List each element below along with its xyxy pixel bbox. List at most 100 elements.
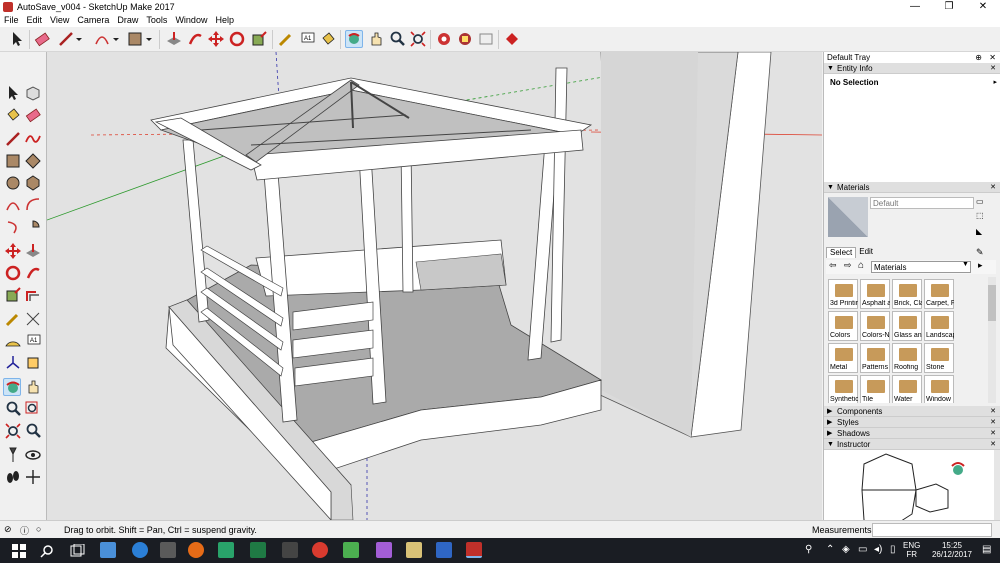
- people-icon[interactable]: ⚲: [805, 544, 812, 555]
- scrollbar-thumb[interactable]: [988, 285, 996, 321]
- battery-icon[interactable]: ▯: [890, 544, 896, 555]
- credits-icon[interactable]: ⓘ: [20, 524, 29, 537]
- network-icon[interactable]: ▭: [858, 544, 867, 555]
- position-camera-icon[interactable]: [4, 446, 22, 464]
- rotated-rectangle-icon[interactable]: [24, 152, 42, 170]
- menu-tools[interactable]: Tools: [142, 14, 171, 27]
- tab-edit[interactable]: Edit: [856, 247, 876, 258]
- arc-icon[interactable]: [4, 196, 22, 214]
- text-icon[interactable]: A1: [24, 332, 42, 350]
- system-tray-arrow-icon[interactable]: ⌃: [826, 544, 834, 555]
- forward-arrow-icon[interactable]: ⇨: [844, 260, 852, 271]
- firefox-icon[interactable]: [188, 542, 204, 558]
- sample-eyedropper-icon[interactable]: ✎: [976, 247, 984, 258]
- paint-bucket-tool-icon[interactable]: [319, 30, 337, 48]
- zoom-extents-icon[interactable]: [4, 422, 22, 440]
- language-indicator[interactable]: ENG FR: [903, 541, 920, 559]
- sample-paint-icon[interactable]: ◣: [976, 227, 982, 236]
- rotate-icon[interactable]: [4, 264, 22, 282]
- components-close-icon[interactable]: ✕: [990, 406, 996, 417]
- axes-move-icon[interactable]: [24, 468, 42, 486]
- search-icon[interactable]: [40, 544, 54, 558]
- instructor-close-icon[interactable]: ✕: [990, 439, 996, 450]
- app-icon[interactable]: [343, 542, 359, 558]
- chevron-down-icon[interactable]: ▼: [962, 261, 969, 268]
- zoom-icon[interactable]: [4, 400, 22, 418]
- arc-dropdown-icon[interactable]: [111, 30, 121, 48]
- menu-view[interactable]: View: [46, 14, 73, 27]
- offset-icon[interactable]: [24, 286, 42, 304]
- look-around-icon[interactable]: [24, 446, 42, 464]
- extension-warehouse-icon[interactable]: [456, 30, 474, 48]
- material-item[interactable]: Water: [892, 375, 922, 403]
- freehand-icon[interactable]: [24, 130, 42, 148]
- orbit-tool-icon[interactable]: [345, 30, 363, 48]
- material-item[interactable]: Colors-N: [860, 311, 890, 341]
- text-tool-icon[interactable]: A1: [298, 30, 316, 48]
- line-dropdown-icon[interactable]: [74, 30, 84, 48]
- menu-camera[interactable]: Camera: [73, 14, 113, 27]
- styles-header[interactable]: ▶ Styles ✕: [824, 417, 1000, 428]
- protractor-icon[interactable]: [4, 332, 22, 350]
- geo-location-icon[interactable]: ⊘: [4, 524, 12, 535]
- material-item[interactable]: Glass anx: [892, 311, 922, 341]
- send-to-layout-icon[interactable]: [477, 30, 495, 48]
- material-name-field[interactable]: Default: [870, 197, 974, 209]
- excel-icon[interactable]: [250, 542, 266, 558]
- previous-view-icon[interactable]: [24, 422, 42, 440]
- material-item[interactable]: 3d Printir: [828, 279, 858, 309]
- windows-start-icon[interactable]: [12, 544, 26, 558]
- move-tool-icon[interactable]: [207, 30, 225, 48]
- select-tool-icon[interactable]: [8, 30, 26, 48]
- tab-select[interactable]: Select: [826, 247, 857, 258]
- user-icon[interactable]: ○: [36, 524, 41, 534]
- follow-me-tool-icon[interactable]: [186, 30, 204, 48]
- volume-icon[interactable]: ◂): [874, 544, 882, 555]
- materials-close-icon[interactable]: ✕: [990, 182, 996, 193]
- back-arrow-icon[interactable]: ⇦: [829, 260, 837, 271]
- material-item[interactable]: Tile: [860, 375, 890, 403]
- shape-dropdown-icon[interactable]: [144, 30, 154, 48]
- pin-icon[interactable]: ⊕: [975, 52, 982, 63]
- material-item[interactable]: Patterns: [860, 343, 890, 373]
- eraser-icon[interactable]: [24, 106, 42, 124]
- tape-measure-icon[interactable]: [4, 310, 22, 328]
- push-pull-tool-icon[interactable]: [165, 30, 183, 48]
- task-view-icon[interactable]: [70, 544, 86, 558]
- entity-info-header[interactable]: ▼ Entity Info ✕: [824, 63, 1000, 74]
- sketchup-taskbar-icon[interactable]: [466, 542, 482, 558]
- circle-icon[interactable]: [4, 174, 22, 192]
- material-scrollbar[interactable]: [988, 277, 996, 403]
- store-icon[interactable]: [160, 542, 176, 558]
- 3d-warehouse-icon[interactable]: [435, 30, 453, 48]
- material-item[interactable]: Carpet, F: [924, 279, 954, 309]
- axes-icon[interactable]: [4, 354, 22, 372]
- zoom-window-icon[interactable]: [24, 400, 42, 418]
- material-item[interactable]: Roofing: [892, 343, 922, 373]
- material-item[interactable]: Window: [924, 375, 954, 403]
- styles-close-icon[interactable]: ✕: [990, 417, 996, 428]
- menu-draw[interactable]: Draw: [113, 14, 142, 27]
- arc-tool-icon[interactable]: [93, 30, 111, 48]
- menu-window[interactable]: Window: [171, 14, 211, 27]
- two-point-arc-icon[interactable]: [24, 196, 42, 214]
- follow-me-icon[interactable]: [24, 264, 42, 282]
- photos-icon[interactable]: [218, 542, 234, 558]
- line-tool-icon[interactable]: [57, 30, 75, 48]
- material-item[interactable]: Stone: [924, 343, 954, 373]
- word-icon[interactable]: [436, 542, 452, 558]
- material-item[interactable]: Landscap: [924, 311, 954, 341]
- menu-file[interactable]: File: [0, 14, 23, 27]
- app-icon-notes[interactable]: [406, 542, 422, 558]
- eraser-tool-icon[interactable]: [33, 30, 51, 48]
- tray-close-icon[interactable]: ✕: [989, 52, 996, 63]
- mail-icon[interactable]: [282, 542, 298, 558]
- shadows-close-icon[interactable]: ✕: [990, 428, 996, 439]
- rectangle-tool-icon[interactable]: [126, 30, 144, 48]
- create-material-icon[interactable]: ⬚: [976, 211, 984, 220]
- three-point-arc-icon[interactable]: [4, 218, 22, 236]
- material-item[interactable]: Synthetic: [828, 375, 858, 403]
- notifications-icon[interactable]: ▤: [982, 544, 991, 555]
- app-icon-purple[interactable]: [376, 542, 392, 558]
- collection-dropdown[interactable]: Materials: [871, 261, 971, 273]
